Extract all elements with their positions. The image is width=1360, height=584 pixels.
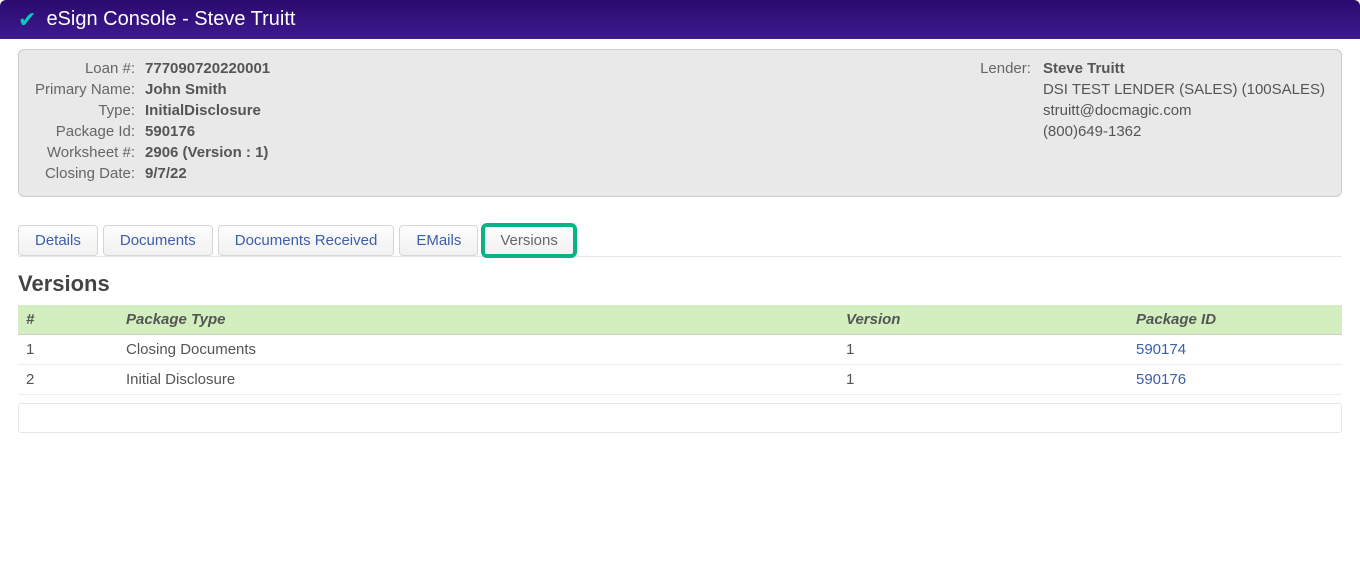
check-icon: ✔ (18, 9, 36, 31)
col-header-package-id: Package ID (1128, 305, 1342, 335)
cell-version: 1 (838, 335, 1128, 365)
tab-versions[interactable]: Versions (483, 225, 575, 256)
window-header: ✔ eSign Console - Steve Truitt (0, 0, 1360, 39)
table-row: 2 Initial Disclosure 1 590176 (18, 365, 1342, 395)
tab-bar: Details Documents Documents Received EMa… (18, 225, 1342, 257)
tab-emails[interactable]: EMails (399, 225, 478, 256)
col-header-version: Version (838, 305, 1128, 335)
value-type: InitialDisclosure (145, 102, 270, 123)
label-closing-date: Closing Date: (35, 165, 145, 186)
value-package-id: 590176 (145, 123, 270, 144)
cell-package-id-link[interactable]: 590176 (1128, 365, 1342, 395)
value-closing-date: 9/7/22 (145, 165, 270, 186)
info-left-block: Loan #: 777090720220001 Primary Name: Jo… (35, 60, 270, 186)
col-header-package-type: Package Type (118, 305, 838, 335)
value-worksheet: 2906 (Version : 1) (145, 144, 270, 165)
tab-details[interactable]: Details (18, 225, 98, 256)
tab-documents[interactable]: Documents (103, 225, 213, 256)
lender-name: Steve Truitt (1043, 60, 1325, 81)
cell-num: 1 (18, 335, 118, 365)
info-right-block: Lender: Steve Truitt DSI TEST LENDER (SA… (980, 60, 1325, 186)
info-panel: Loan #: 777090720220001 Primary Name: Jo… (18, 49, 1342, 197)
cell-num: 2 (18, 365, 118, 395)
tab-documents-received[interactable]: Documents Received (218, 225, 395, 256)
label-worksheet: Worksheet #: (35, 144, 145, 165)
lender-email: struitt@docmagic.com (1043, 102, 1325, 123)
label-package-id: Package Id: (35, 123, 145, 144)
empty-footer-row (18, 403, 1342, 433)
value-primary-name: John Smith (145, 81, 270, 102)
lender-org: DSI TEST LENDER (SALES) (100SALES) (1043, 81, 1325, 102)
table-row: 1 Closing Documents 1 590174 (18, 335, 1342, 365)
label-type: Type: (35, 102, 145, 123)
col-header-num: # (18, 305, 118, 335)
window-title: eSign Console - Steve Truitt (46, 8, 295, 31)
lender-phone: (800)649-1362 (1043, 123, 1325, 144)
label-lender: Lender: (980, 60, 1043, 186)
section-heading-versions: Versions (18, 271, 1342, 297)
cell-package-type: Initial Disclosure (118, 365, 838, 395)
cell-package-type: Closing Documents (118, 335, 838, 365)
versions-table: # Package Type Version Package ID 1 Clos… (18, 305, 1342, 395)
cell-package-id-link[interactable]: 590174 (1128, 335, 1342, 365)
label-loan: Loan #: (35, 60, 145, 81)
label-primary-name: Primary Name: (35, 81, 145, 102)
cell-version: 1 (838, 365, 1128, 395)
value-loan: 777090720220001 (145, 60, 270, 81)
